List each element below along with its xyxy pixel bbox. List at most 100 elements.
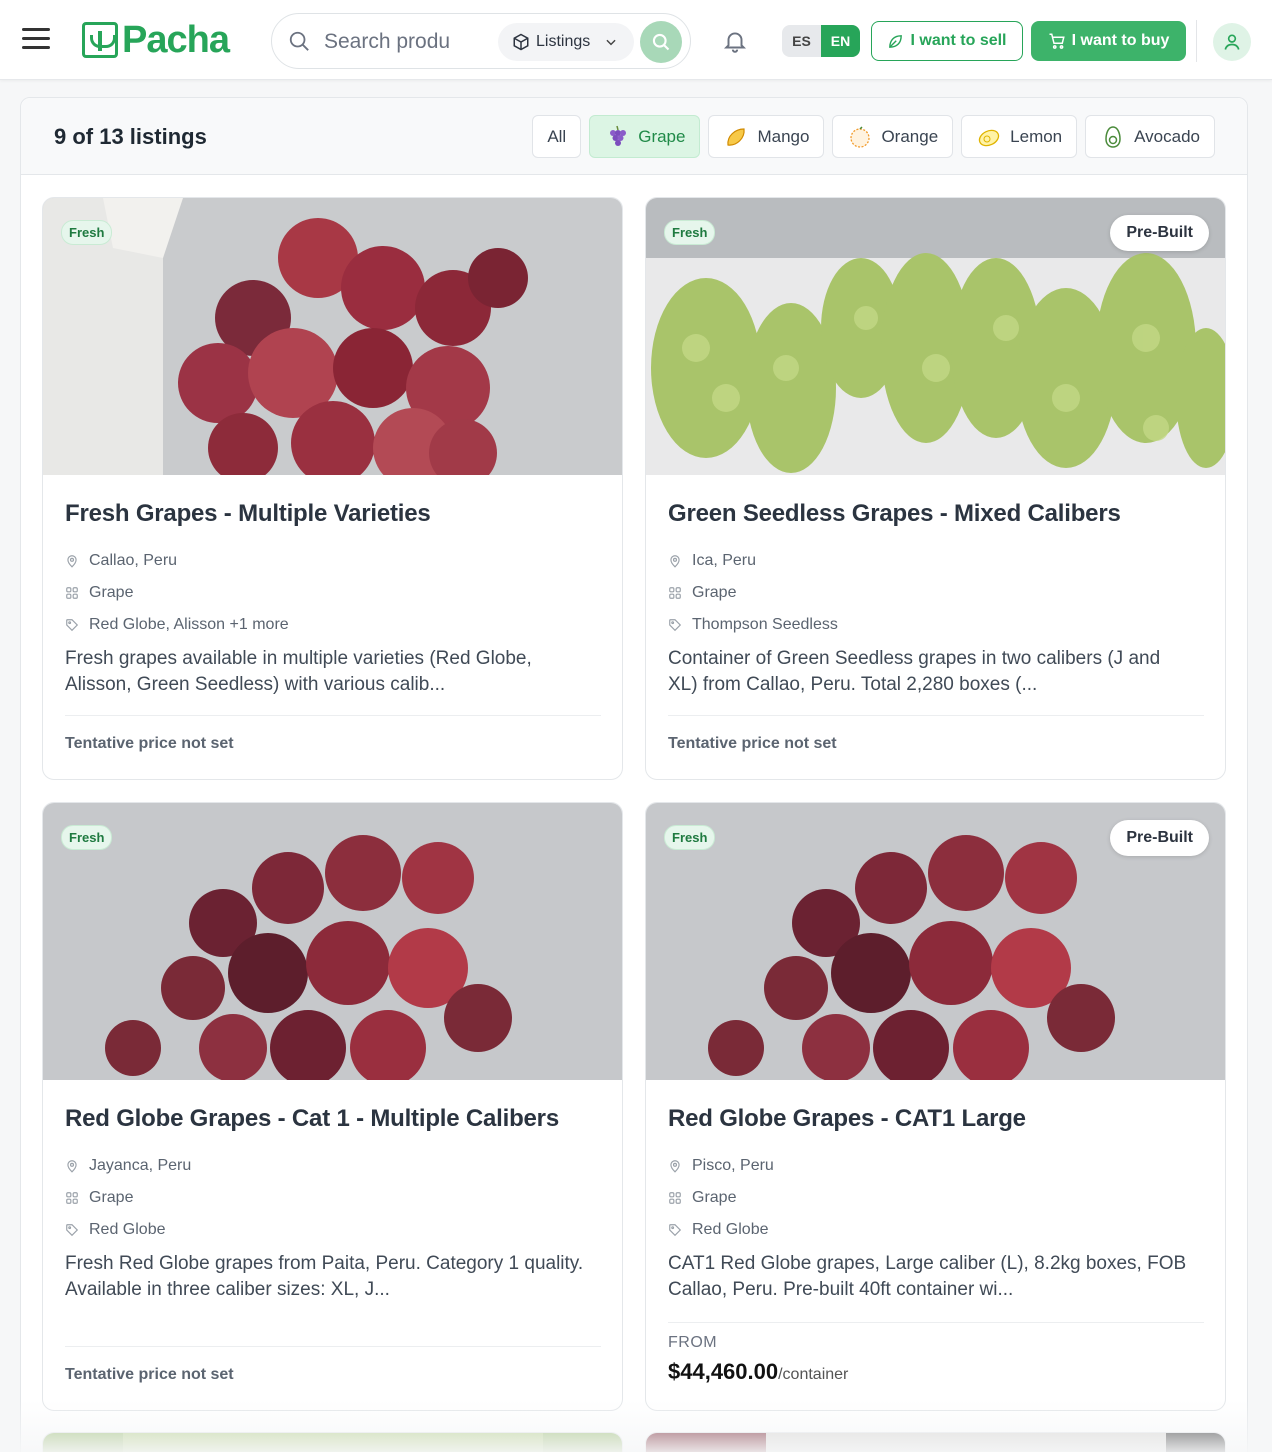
varieties-text: Thompson Seedless [692,616,838,633]
location-pin-icon [67,1160,77,1173]
search-scope-select[interactable]: Listings [498,23,634,61]
listing-title: Green Seedless Grapes - Mixed Calibers [668,500,1121,527]
category-text: Grape [692,1189,737,1206]
mango-icon [727,127,746,146]
lang-en-button[interactable]: EN [821,25,860,57]
listing-card[interactable] [645,1432,1226,1452]
listing-photo: Fresh [43,198,622,475]
fresh-badge: Fresh [664,220,716,245]
menu-icon[interactable] [22,28,50,52]
listing-category: Grape [65,584,133,602]
description-line: Fresh Red Globe grapes from Paita, Peru.… [65,1253,584,1274]
location-pin-icon [670,1160,680,1173]
listing-photo [646,1433,1225,1452]
listing-card[interactable] [42,1432,623,1452]
description-line: Fresh grapes available in multiple varie… [65,648,532,669]
listing-description: Container of Green Seedless grapes in tw… [668,646,1208,698]
listing-varieties: Thompson Seedless [668,616,838,634]
category-text: Grape [89,584,134,601]
lang-es-button[interactable]: ES [782,25,821,57]
filter-chip-label: Orange [881,126,939,146]
price-note: Tentative price not set [65,1366,234,1383]
listing-card[interactable]: Fresh Pre-Built Green Seedless Grapes - … [645,197,1226,780]
header-divider [1196,20,1197,62]
filter-chip-mango[interactable]: Mango [708,115,825,158]
search-submit-button[interactable] [640,21,682,63]
listing-location: Pisco, Peru [668,1157,774,1175]
filter-chip-label: All [547,126,567,146]
avocado-icon [1105,125,1121,148]
card-divider [65,715,601,716]
user-avatar[interactable] [1213,23,1251,61]
filter-chip-all[interactable]: All [532,115,582,158]
filter-chip-orange[interactable]: Orange [832,115,954,158]
card-divider [668,715,1204,716]
listing-photo [43,1433,622,1452]
listing-location: Jayanca, Peru [65,1157,191,1175]
tag-icon [669,619,682,632]
location-text: Pisco, Peru [692,1157,774,1174]
filter-chip-label: Lemon [1010,126,1063,146]
buy-button-label: I want to buy [1071,32,1170,49]
price-note: Tentative price not set [65,735,234,752]
fresh-badge: Fresh [61,220,113,245]
description-line: CAT1 Red Globe grapes, Large caliber (L)… [668,1253,1187,1274]
lemon-icon [978,129,1000,146]
box-icon [513,33,529,51]
orange-icon [850,125,871,148]
listing-card[interactable]: Fresh Pre-Built Red Globe Grapes - CAT1 … [645,802,1226,1411]
listing-card[interactable]: Fresh Fresh Grapes - Multiple Varieties … [42,197,623,780]
listing-category: Grape [668,1189,736,1207]
grid-icon [66,1192,78,1204]
listing-title: Red Globe Grapes - Cat 1 - Multiple Cali… [65,1105,559,1132]
category-text: Grape [692,584,737,601]
listing-category: Grape [668,584,736,602]
fresh-badge: Fresh [664,825,716,850]
filter-chip-avocado[interactable]: Avocado [1085,115,1215,158]
price-amount: $44,460.00 [668,1359,779,1384]
listing-photo: Fresh [43,803,622,1080]
location-pin-icon [670,555,680,568]
tag-icon [66,619,79,632]
tag-icon [66,1224,79,1237]
listing-varieties: Red Globe [65,1221,166,1239]
listing-varieties: Red Globe, Alisson +1 more [65,616,289,634]
prebuilt-badge: Pre-Built [1110,820,1209,856]
listing-location: Callao, Peru [65,552,177,570]
search-icon [652,33,670,51]
varieties-text: Red Globe [692,1221,769,1238]
filter-chip-grape[interactable]: Grape [589,115,701,158]
search-input[interactable] [324,28,464,56]
product-filter-chips: All Grape Mango Orange Lemon Avocado [532,115,1215,158]
sell-button-label: I want to sell [910,32,1007,49]
listings-toolbar: 9 of 13 listings All Grape Mango Orange … [21,98,1247,175]
filter-chip-lemon[interactable]: Lemon [961,115,1078,158]
listing-photo: Fresh Pre-Built [646,198,1225,475]
description-line: Container of Green Seedless grapes in tw… [668,648,1161,669]
cart-icon [1049,33,1065,49]
listing-price: $44,460.00/container [668,1359,848,1385]
logo-icon [82,22,118,58]
price-note: Tentative price not set [668,735,837,752]
notifications-bell-icon[interactable] [722,27,748,55]
description-line: Available in three caliber sizes: XL, J.… [65,1279,390,1300]
filter-chip-label: Grape [638,126,686,146]
listing-description: Fresh grapes available in multiple varie… [65,646,605,698]
description-line: Alisson, Green Seedless) with various ca… [65,674,446,695]
filter-chip-label: Avocado [1134,126,1200,146]
buy-button[interactable]: I want to buy [1031,21,1186,61]
search-icon [289,31,309,51]
prebuilt-badge: Pre-Built [1110,215,1209,251]
price-unit: /container [778,1366,849,1383]
category-text: Grape [89,1189,134,1206]
sell-button[interactable]: I want to sell [871,21,1023,61]
logo[interactable]: Pacha [82,19,230,61]
varieties-text: Red Globe [89,1221,166,1238]
listing-varieties: Red Globe [668,1221,769,1239]
grape-icon [610,125,627,146]
card-divider [65,1346,601,1347]
listing-card[interactable]: Fresh Red Globe Grapes - Cat 1 - Multipl… [42,802,623,1411]
listing-title: Red Globe Grapes - CAT1 Large [668,1105,1026,1132]
price-from-label: FROM [668,1334,718,1351]
listing-description: CAT1 Red Globe grapes, Large caliber (L)… [668,1251,1208,1303]
